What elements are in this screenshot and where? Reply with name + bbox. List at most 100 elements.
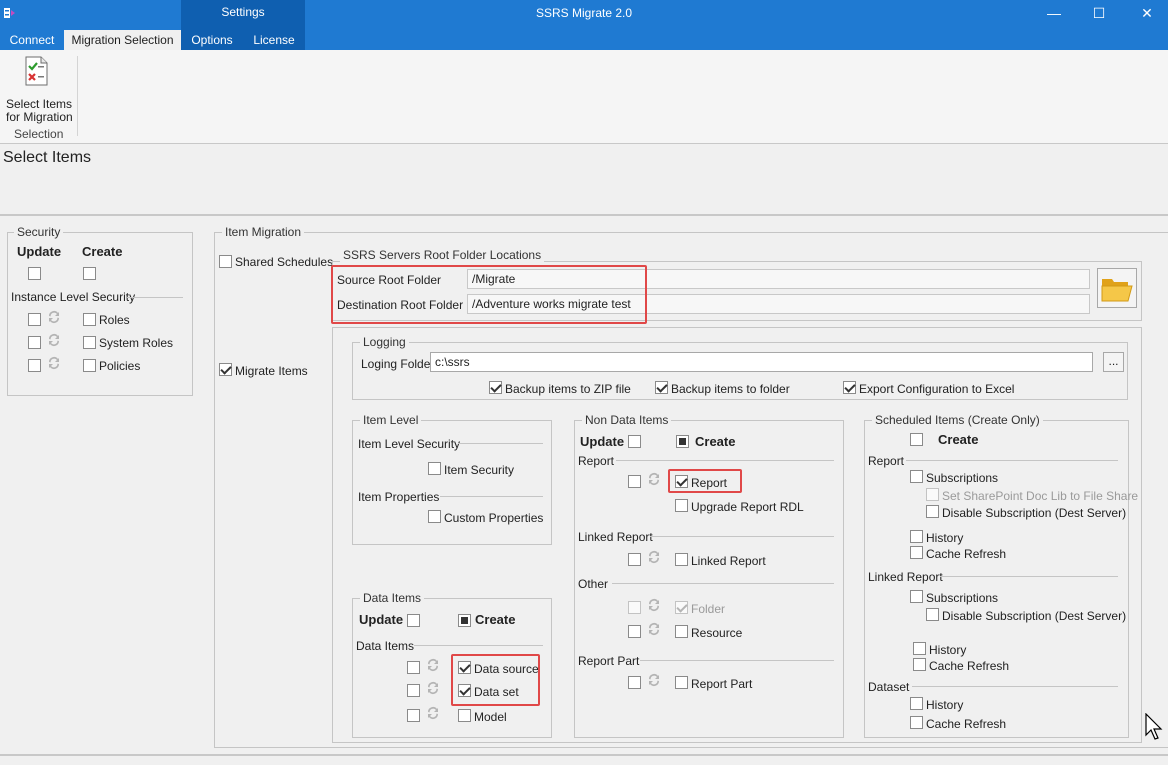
browse-root-button[interactable] (1097, 268, 1137, 308)
data-items-create-checkbox[interactable] (458, 614, 471, 627)
logging-folder-label: Loging Folder (361, 357, 435, 371)
item-security-label: Item Security (444, 463, 515, 477)
security-update-checkbox[interactable] (28, 267, 41, 280)
resource-update-checkbox[interactable] (628, 625, 641, 638)
model-label: Model (474, 710, 507, 724)
set-sharepoint-label: Set SharePoint Doc Lib to File Share (942, 489, 1139, 503)
other-header-label: Other (578, 577, 609, 591)
system-roles-label: System Roles (99, 336, 174, 350)
shared-schedules-label: Shared Schedules (235, 255, 334, 269)
model-update-checkbox[interactable] (407, 709, 420, 722)
separator (906, 460, 1118, 461)
ribbon-separator (77, 56, 78, 136)
linked-cache-refresh-checkbox[interactable] (913, 658, 926, 671)
disable-subscription-checkbox[interactable] (926, 505, 939, 518)
close-button[interactable]: ✕ (1137, 4, 1157, 22)
sync-icon (46, 355, 62, 371)
scheduled-report-header: Report (868, 454, 905, 468)
data-source-update-checkbox[interactable] (407, 661, 420, 674)
subscriptions-checkbox[interactable] (910, 470, 923, 483)
roles-update-checkbox[interactable] (28, 313, 41, 326)
minimize-button[interactable]: — (1044, 4, 1064, 22)
security-title: Security (14, 225, 64, 239)
disable-subscription-label: Disable Subscription (Dest Server) (942, 506, 1127, 520)
linked-report-update-checkbox[interactable] (628, 553, 641, 566)
scheduled-dataset-header: Dataset (868, 680, 910, 694)
linked-subscriptions-label: Subscriptions (926, 591, 999, 605)
linked-report-checkbox[interactable] (675, 553, 688, 566)
folder-update-checkbox[interactable] (628, 601, 641, 614)
report-part-header-label: Report Part (578, 654, 640, 668)
report-header-label: Report (578, 454, 615, 468)
export-excel-checkbox[interactable] (843, 381, 856, 394)
folder-open-icon (1101, 276, 1133, 302)
folder-checkbox[interactable] (675, 601, 688, 614)
security-create-checkbox[interactable] (83, 267, 96, 280)
linked-report-label: Linked Report (691, 554, 766, 568)
tab-options[interactable]: Options (186, 30, 238, 50)
separator (440, 496, 543, 497)
select-items-button[interactable]: Select Items for Migration (2, 54, 73, 124)
dataset-cache-refresh-checkbox[interactable] (910, 716, 923, 729)
policies-checkbox[interactable] (83, 359, 96, 372)
logging-browse-button[interactable]: ... (1103, 352, 1124, 372)
data-items-title: Data Items (360, 591, 425, 605)
linked-history-label: History (929, 643, 967, 657)
linked-history-checkbox[interactable] (913, 642, 926, 655)
system-roles-checkbox[interactable] (83, 336, 96, 349)
report-part-update-checkbox[interactable] (628, 676, 641, 689)
resource-label: Resource (691, 626, 743, 640)
resource-checkbox[interactable] (675, 625, 688, 638)
model-checkbox[interactable] (458, 709, 471, 722)
window-title: SSRS Migrate 2.0 (535, 6, 633, 20)
linked-cache-refresh-label: Cache Refresh (929, 659, 1010, 673)
custom-properties-checkbox[interactable] (428, 510, 441, 523)
tab-migration-selection[interactable]: Migration Selection (64, 30, 181, 50)
item-level-security-label: Item Level Security (358, 437, 461, 451)
scheduled-create-checkbox[interactable] (910, 433, 923, 446)
security-update-label: Update (17, 244, 62, 259)
report-update-checkbox[interactable] (628, 475, 641, 488)
tab-license[interactable]: License (248, 30, 300, 50)
backup-zip-checkbox[interactable] (489, 381, 502, 394)
cache-refresh-label: Cache Refresh (926, 547, 1007, 561)
maximize-button[interactable]: ☐ (1089, 4, 1109, 22)
instance-level-security-label: Instance Level Security (11, 290, 136, 304)
set-sharepoint-checkbox[interactable] (926, 488, 939, 501)
linked-disable-subscription-checkbox[interactable] (926, 608, 939, 621)
migrate-items-checkbox[interactable] (219, 363, 232, 376)
system-roles-update-checkbox[interactable] (28, 336, 41, 349)
upgrade-rdl-label: Upgrade Report RDL (691, 500, 804, 514)
logging-folder-field[interactable] (430, 352, 1093, 372)
separator (650, 536, 834, 537)
subscriptions-label: Subscriptions (926, 471, 999, 485)
item-level-title: Item Level (360, 413, 422, 427)
roles-checkbox[interactable] (83, 313, 96, 326)
report-part-checkbox[interactable] (675, 676, 688, 689)
non-data-create-checkbox[interactable] (676, 435, 689, 448)
policies-label: Policies (99, 359, 141, 373)
migrate-items-label: Migrate Items (235, 364, 308, 378)
dataset-history-checkbox[interactable] (910, 697, 923, 710)
non-data-update-checkbox[interactable] (628, 435, 641, 448)
sync-icon (46, 332, 62, 348)
cursor-icon (1145, 712, 1163, 741)
data-set-update-checkbox[interactable] (407, 684, 420, 697)
policies-update-checkbox[interactable] (28, 359, 41, 372)
separator (612, 583, 834, 584)
data-items-update-checkbox[interactable] (407, 614, 420, 627)
shared-schedules-checkbox[interactable] (219, 255, 232, 268)
history-checkbox[interactable] (910, 530, 923, 543)
tab-connect[interactable]: Connect (0, 30, 64, 50)
export-excel-label: Export Configuration to Excel (859, 382, 1015, 396)
settings-group-label: Settings (221, 5, 265, 19)
upgrade-rdl-checkbox[interactable] (675, 499, 688, 512)
select-items-label-1: Select Items (6, 97, 73, 111)
sync-icon (425, 705, 441, 721)
ribbon: Select Items for Migration Selection (0, 50, 1168, 144)
linked-subscriptions-checkbox[interactable] (910, 590, 923, 603)
item-security-checkbox[interactable] (428, 462, 441, 475)
backup-folder-checkbox[interactable] (655, 381, 668, 394)
history-label: History (926, 531, 964, 545)
cache-refresh-checkbox[interactable] (910, 546, 923, 559)
